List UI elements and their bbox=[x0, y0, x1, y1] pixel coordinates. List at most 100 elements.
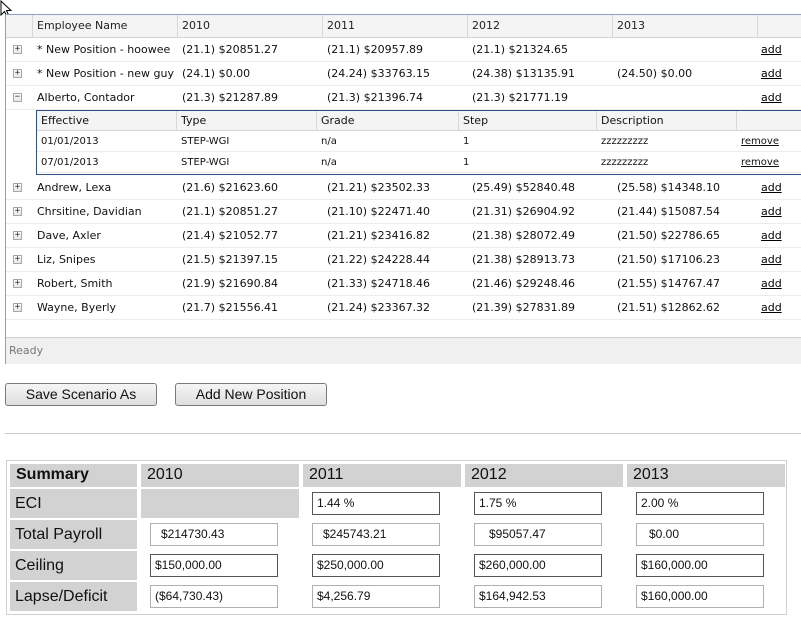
section-divider bbox=[5, 433, 801, 434]
summary-cell: $214730.43 bbox=[141, 520, 299, 549]
ceiling-input-2011[interactable]: $250,000.00 bbox=[312, 554, 440, 577]
employee-name: Dave, Axler bbox=[37, 229, 101, 242]
employee-name: Robert, Smith bbox=[37, 277, 113, 290]
expand-row-button[interactable]: + bbox=[13, 231, 22, 240]
add-link[interactable]: add bbox=[761, 38, 782, 61]
summary-cell: $250,000.00 bbox=[303, 551, 461, 580]
employee-name: Andrew, Lexa bbox=[37, 181, 112, 194]
cell-2010: (21.1) $20851.27 bbox=[182, 43, 279, 56]
summary-row-ceiling: Ceiling $150,000.00 $250,000.00 $260,000… bbox=[7, 551, 788, 580]
column-header-2013[interactable]: 2013 bbox=[613, 15, 758, 37]
remove-link[interactable]: remove bbox=[741, 152, 779, 173]
table-row[interactable]: + * New Position - new guy (24.1) $0.00 … bbox=[6, 62, 801, 86]
step-detail-grid: Effective Type Grade Step Description 01… bbox=[36, 110, 801, 175]
summary-header-2012: 2012 bbox=[465, 464, 623, 487]
employee-name: Wayne, Byerly bbox=[37, 301, 117, 314]
add-link[interactable]: add bbox=[761, 62, 782, 85]
table-row[interactable]: + Robert, Smith (21.9) $21690.84 (21.33)… bbox=[6, 272, 801, 296]
expand-row-button[interactable]: + bbox=[13, 279, 22, 288]
summary-label-total-payroll: Total Payroll bbox=[10, 520, 137, 549]
table-row[interactable]: + Andrew, Lexa (21.6) $21623.60 (21.21) … bbox=[6, 176, 801, 200]
cell-2011: (21.22) $24228.44 bbox=[327, 253, 431, 266]
add-link[interactable]: add bbox=[761, 272, 782, 295]
grid-header-expander-col bbox=[6, 15, 33, 37]
cell-2010: (21.1) $20851.27 bbox=[182, 205, 279, 218]
summary-label-ceiling: Ceiling bbox=[10, 551, 137, 580]
table-row[interactable]: + * New Position - hoowee (21.1) $20851.… bbox=[6, 38, 801, 62]
column-header-description[interactable]: Description bbox=[597, 111, 737, 130]
expand-row-button[interactable]: + bbox=[13, 303, 22, 312]
total-payroll-2012: $95057.47 bbox=[474, 523, 602, 546]
summary-table: Summary 2010 2011 2012 2013 ECI 1.44 % 1… bbox=[6, 460, 787, 615]
cell-2010: (21.4) $21052.77 bbox=[182, 229, 279, 242]
total-payroll-2013: $0.00 bbox=[636, 523, 764, 546]
cell-2013: (25.58) $14348.10 bbox=[617, 181, 721, 194]
eci-input-2012[interactable]: 1.75 % bbox=[474, 492, 602, 515]
summary-cell: $164,942.53 bbox=[465, 582, 623, 611]
table-row[interactable]: + Liz, Snipes (21.5) $21397.15 (21.22) $… bbox=[6, 248, 801, 272]
summary-header-2011: 2011 bbox=[303, 464, 461, 487]
column-header-type[interactable]: Type bbox=[177, 111, 317, 130]
save-scenario-as-button[interactable]: Save Scenario As bbox=[5, 383, 157, 406]
collapse-row-button[interactable]: − bbox=[13, 93, 22, 102]
table-row[interactable]: + Chrsitine, Davidian (21.1) $20851.27 (… bbox=[6, 200, 801, 224]
expand-row-button[interactable]: + bbox=[13, 69, 22, 78]
expand-row-button[interactable]: + bbox=[13, 207, 22, 216]
detail-row[interactable]: 01/01/2013 STEP-WGI n/a 1 zzzzzzzzz remo… bbox=[37, 131, 801, 152]
column-header-2012[interactable]: 2012 bbox=[468, 15, 613, 37]
summary-cell: $260,000.00 bbox=[465, 551, 623, 580]
summary-header-row: Summary 2010 2011 2012 2013 bbox=[7, 464, 788, 487]
ceiling-input-2012[interactable]: $260,000.00 bbox=[474, 554, 602, 577]
summary-cell-eci-2010-empty bbox=[141, 489, 299, 518]
table-row[interactable]: + Wayne, Byerly (21.7) $21556.41 (21.24)… bbox=[6, 296, 801, 320]
ceiling-input-2010[interactable]: $150,000.00 bbox=[150, 554, 278, 577]
summary-row-eci: ECI 1.44 % 1.75 % 2.00 % bbox=[7, 489, 788, 518]
add-link[interactable]: add bbox=[761, 296, 782, 319]
column-header-step[interactable]: Step bbox=[459, 111, 597, 130]
column-header-grade[interactable]: Grade bbox=[317, 111, 459, 130]
expand-row-button[interactable]: + bbox=[13, 255, 22, 264]
column-header-2010[interactable]: 2010 bbox=[178, 15, 323, 37]
summary-row-lapse-deficit: Lapse/Deficit ($64,730.43) $4,256.79 $16… bbox=[7, 582, 788, 611]
summary-header-2010: 2010 bbox=[141, 464, 299, 487]
add-link[interactable]: add bbox=[761, 176, 782, 199]
table-row[interactable]: + Dave, Axler (21.4) $21052.77 (21.21) $… bbox=[6, 224, 801, 248]
summary-cell: $150,000.00 bbox=[141, 551, 299, 580]
cell-2012: (21.46) $29248.46 bbox=[472, 277, 576, 290]
cell-2012: (25.49) $52840.48 bbox=[472, 181, 576, 194]
cell-2010: (21.7) $21556.41 bbox=[182, 301, 279, 314]
summary-cell: $0.00 bbox=[627, 520, 785, 549]
summary-cell: 2.00 % bbox=[627, 489, 785, 518]
add-link[interactable]: add bbox=[761, 200, 782, 223]
add-link[interactable]: add bbox=[761, 86, 782, 109]
summary-row-total-payroll: Total Payroll $214730.43 $245743.21 $950… bbox=[7, 520, 788, 549]
cell-2012: (21.31) $26904.92 bbox=[472, 205, 576, 218]
eci-input-2013[interactable]: 2.00 % bbox=[636, 492, 764, 515]
expand-row-button[interactable]: + bbox=[13, 183, 22, 192]
ceiling-input-2013[interactable]: $160,000.00 bbox=[636, 554, 764, 577]
cell-2013: (24.50) $0.00 bbox=[617, 67, 693, 80]
employee-name: Chrsitine, Davidian bbox=[37, 205, 142, 218]
remove-link[interactable]: remove bbox=[741, 131, 779, 152]
detail-header: Effective Type Grade Step Description bbox=[37, 111, 801, 131]
status-bar: Ready bbox=[6, 337, 801, 364]
employee-name: Liz, Snipes bbox=[37, 253, 96, 266]
detail-row[interactable]: 07/01/2013 STEP-WGI n/a 1 zzzzzzzzz remo… bbox=[37, 152, 801, 173]
column-header-employee-name[interactable]: Employee Name bbox=[33, 15, 178, 37]
add-link[interactable]: add bbox=[761, 224, 782, 247]
total-payroll-2011: $245743.21 bbox=[312, 523, 440, 546]
add-new-position-button[interactable]: Add New Position bbox=[175, 383, 327, 406]
column-header-effective[interactable]: Effective bbox=[37, 111, 177, 130]
table-row[interactable]: − Alberto, Contador (21.3) $21287.89 (21… bbox=[6, 86, 801, 110]
summary-cell: $95057.47 bbox=[465, 520, 623, 549]
cell-2012: (21.39) $27831.89 bbox=[472, 301, 576, 314]
expand-row-button[interactable]: + bbox=[13, 45, 22, 54]
lapse-deficit-2010: ($64,730.43) bbox=[150, 585, 278, 608]
eci-input-2011[interactable]: 1.44 % bbox=[312, 492, 440, 515]
cell-2012: (24.38) $13135.91 bbox=[472, 67, 576, 80]
summary-cell: $245743.21 bbox=[303, 520, 461, 549]
add-link[interactable]: add bbox=[761, 248, 782, 271]
cell-2012: (21.38) $28913.73 bbox=[472, 253, 576, 266]
column-header-2011[interactable]: 2011 bbox=[323, 15, 468, 37]
cell-2013: (21.44) $15087.54 bbox=[617, 205, 721, 218]
